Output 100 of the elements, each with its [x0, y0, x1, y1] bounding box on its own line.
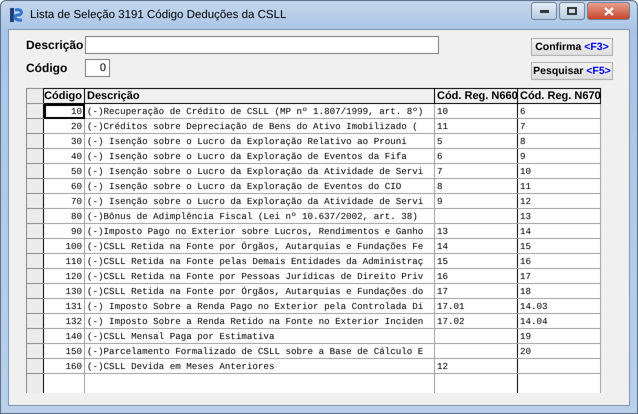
table-cell: 10	[434, 104, 518, 118]
table-cell: 120	[44, 268, 84, 284]
column-header[interactable]: Cód. Reg. N670	[518, 88, 600, 104]
row-header[interactable]	[26, 254, 44, 268]
table-cell: 150	[44, 344, 84, 358]
table-cell: 90	[44, 224, 84, 238]
row-header[interactable]	[26, 374, 44, 392]
column-header[interactable]: Cód. Reg. N660	[434, 88, 518, 104]
table-cell: 11	[434, 118, 518, 134]
table-cell: (-)Parcelamento Formalizado de CSLL sobre a Base de Cálculo E	[84, 344, 434, 358]
close-icon	[604, 6, 614, 16]
table-cell: 40	[44, 148, 84, 164]
table-cell: 132	[44, 314, 84, 328]
row-header[interactable]	[26, 344, 44, 358]
table-cell: (-) Isenção sobre o Lucro da Exploração Relativo ao Prouni	[84, 134, 434, 148]
table-cell: 17	[434, 284, 518, 298]
table-cell: (-) Isenção sobre o Lucro da Exploração de Eventos da Fifa	[84, 148, 434, 164]
input-field[interactable]: 0	[85, 59, 110, 77]
table-cell: (-)Recuperação de Crédito de CSLL (MP nº 1.807/1999, art. 8º)	[84, 104, 434, 118]
table-cell: 30	[44, 134, 84, 148]
table-cell: (-)CSLL Devida em Meses Anteriores	[84, 358, 434, 374]
row-header[interactable]	[26, 208, 44, 224]
table-cell: (-) Imposto Sobre a Renda Retido na Fonte no Exterior Inciden	[84, 314, 434, 328]
table-cell: 8	[434, 178, 518, 194]
input-field[interactable]	[85, 36, 439, 54]
row-header[interactable]	[26, 118, 44, 134]
table-cell: (-)Bônus de Adimplência Fiscal (Lei nº 10.637/2002, art. 38)	[84, 208, 434, 224]
window-title: Lista de Seleção 3191 Código Deduções da CSLL	[30, 9, 288, 21]
table-cell: 20	[518, 344, 600, 358]
column-header[interactable]: Descrição	[84, 88, 434, 104]
table-cell: 13	[434, 224, 518, 238]
table-cell: 50	[44, 164, 84, 178]
table-cell: 14.03	[518, 298, 600, 314]
table-cell: 12	[518, 194, 600, 208]
table-cell: (-)CSLL Retida na Fonte por Órgãos, Autarquias e Fundações Fe	[84, 238, 434, 254]
row-header[interactable]	[26, 358, 44, 374]
row-header[interactable]	[26, 194, 44, 208]
row-header[interactable]	[26, 238, 44, 254]
table-cell: (-)CSLL Retida na Fonte pelas Demais Entidades da Administraç	[84, 254, 434, 268]
table-cell: 14	[434, 238, 518, 254]
table-cell: 9	[518, 148, 600, 164]
table-cell: 15	[518, 238, 600, 254]
table-cell: (-) Imposto Sobre a Renda Pago no Exterior pela Controlada Di	[84, 298, 434, 314]
table-cell: 60	[44, 178, 84, 194]
table-cell: 10	[44, 104, 84, 118]
table-cell: (-)CSLL Mensal Paga por Estimativa	[84, 328, 434, 344]
row-header[interactable]	[26, 314, 44, 328]
table-cell: 80	[44, 208, 84, 224]
row-header[interactable]	[26, 134, 44, 148]
row-header[interactable]	[26, 268, 44, 284]
table-cell: (-) Isenção sobre o Lucro da Exploração da Atividade de Servi	[84, 164, 434, 178]
table-cell: 12	[434, 358, 518, 374]
minimize-button[interactable]	[531, 2, 557, 20]
action-button[interactable]: Pesquisar <F5>	[531, 62, 613, 80]
table-cell: 14.04	[518, 314, 600, 328]
row-header[interactable]	[26, 104, 44, 118]
table-cell: 9	[434, 194, 518, 208]
table-cell: 14	[518, 224, 600, 238]
table-cell: (-)CSLL Retida na Fonte por Pessoas Jurídicas de Direito Priv	[84, 268, 434, 284]
table-cell: 16	[434, 268, 518, 284]
action-button[interactable]: Confirma <F3>	[531, 38, 613, 56]
maximize-button[interactable]	[559, 2, 585, 20]
table-cell: 17	[518, 268, 600, 284]
row-header[interactable]	[26, 148, 44, 164]
column-header[interactable]: Código	[44, 88, 84, 104]
table-cell: 6	[434, 148, 518, 164]
row-header[interactable]	[26, 284, 44, 298]
table-cell: (-) Isenção sobre o Lucro da Exploração de Eventos do CIO	[84, 178, 434, 194]
table-cell: 18	[518, 284, 600, 298]
field-label: Código	[26, 61, 68, 75]
row-header[interactable]	[26, 298, 44, 314]
table-cell: 15	[434, 254, 518, 268]
table-cell: (-) Isenção sobre o Lucro da Exploração da Atividade de Servi	[84, 194, 434, 208]
table-cell: 5	[434, 134, 518, 148]
app-icon	[8, 7, 24, 23]
table-cell: (-)CSLL Retida na Fonte por Órgãos, Autarquias e Fundações do	[84, 284, 434, 298]
table-cell: 7	[518, 118, 600, 134]
table-cell: (-)Créditos sobre Depreciação de Bens do Ativo Imobilizado (	[84, 118, 434, 134]
table-cell: 110	[44, 254, 84, 268]
minimize-icon	[540, 10, 548, 12]
table-cell: 10	[518, 164, 600, 178]
row-header[interactable]	[26, 164, 44, 178]
row-header[interactable]	[26, 224, 44, 238]
field-label: Descrição	[26, 38, 84, 52]
table-cell: 7	[434, 164, 518, 178]
table-cell: 130	[44, 284, 84, 298]
table-cell: 140	[44, 328, 84, 344]
table-cell: 70	[44, 194, 84, 208]
table-cell: (-)Imposto Pago no Exterior sobre Lucros, Rendimentos e Ganho	[84, 224, 434, 238]
row-header[interactable]	[26, 328, 44, 344]
row-header[interactable]	[26, 178, 44, 194]
table-cell: 19	[518, 328, 600, 344]
table-cell: 17.02	[434, 314, 518, 328]
table-cell: 131	[44, 298, 84, 314]
close-button[interactable]	[587, 2, 630, 20]
table-cell: 16	[518, 254, 600, 268]
table-cell: 11	[518, 178, 600, 194]
table-cell: 8	[518, 134, 600, 148]
table-cell: 160	[44, 358, 84, 374]
table-cell: 20	[44, 118, 84, 134]
